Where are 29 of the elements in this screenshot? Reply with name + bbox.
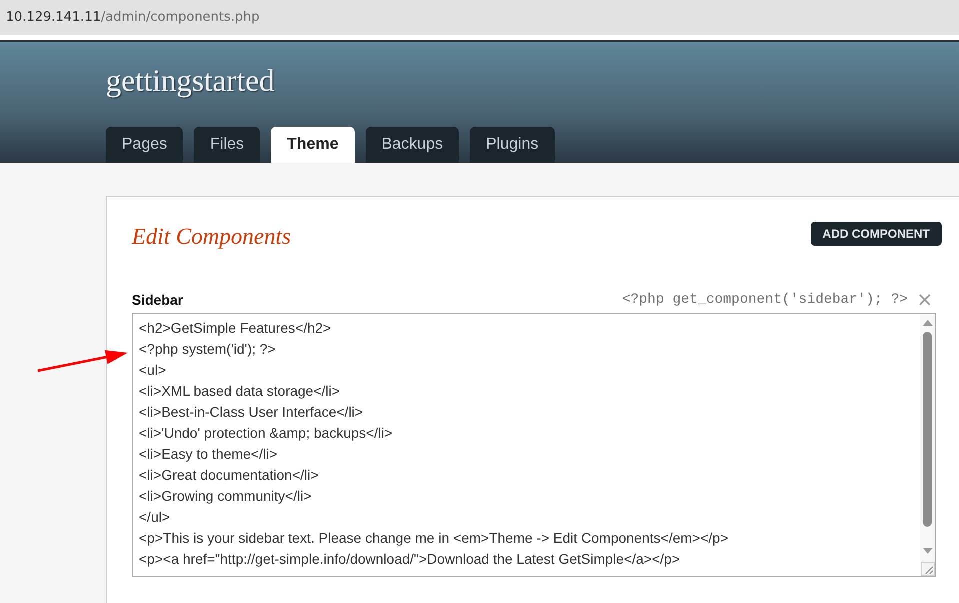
code-line: <h2>GetSimple Features</h2> xyxy=(139,319,332,338)
close-icon[interactable] xyxy=(919,294,931,306)
code-line: <li>Great documentation</li> xyxy=(139,466,320,485)
code-line: <li>'Undo' protection &amp; backups</li> xyxy=(139,424,394,443)
code-line: <li>XML based data storage</li> xyxy=(139,382,342,401)
nav-tab[interactable]: Backups xyxy=(366,127,460,163)
code-line: <p>This is your sidebar text. Please change me in <em>Theme -> Edit Components</em></p> xyxy=(139,529,730,548)
site-title: gettingstarted xyxy=(106,63,275,99)
scrollbar-thumb[interactable] xyxy=(923,332,932,527)
nav-tab[interactable]: Pages xyxy=(106,127,184,163)
nav-tab[interactable]: Files xyxy=(194,127,260,163)
code-line: <ul> xyxy=(139,361,168,380)
code-textarea[interactable] xyxy=(132,313,936,577)
code-snippet: <?php get_component('sidebar'); ?> xyxy=(622,291,908,309)
code-line: </ul> xyxy=(139,508,172,527)
resize-grip-icon[interactable] xyxy=(921,562,935,576)
address-field[interactable]: 10.129.141.11/admin/components.php xyxy=(0,8,260,28)
scroll-down-icon[interactable] xyxy=(923,548,933,554)
page-title: Edit Components xyxy=(132,223,292,251)
code-line: <p><a href="http://get-simple.info/download/">Download the Latest GetSimple</a></p> xyxy=(139,550,682,569)
code-line: <li>Best-in-Class User Interface</li> xyxy=(139,403,364,422)
scroll-up-icon[interactable] xyxy=(923,320,933,326)
component-title: Sidebar xyxy=(132,291,184,309)
add-component-button[interactable]: ADD COMPONENT xyxy=(810,222,942,246)
nav-tab[interactable]: Theme xyxy=(271,127,355,163)
code-line: <li>Growing community</li> xyxy=(139,487,313,506)
nav-tab[interactable]: Plugins xyxy=(470,127,555,163)
code-line: <li>Easy to theme</li> xyxy=(139,445,279,464)
code-line: <?php system('id'); ?> xyxy=(139,340,277,359)
